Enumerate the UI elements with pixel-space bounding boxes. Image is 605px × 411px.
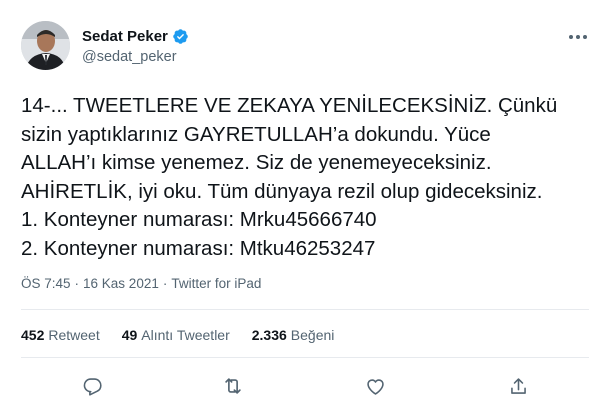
quotes-count: 49: [121, 327, 138, 343]
likes-label: Beğeni: [290, 327, 335, 343]
likes-stat[interactable]: 2.336 Beğeni: [252, 327, 335, 343]
tweet: Sedat Peker @sedat_peker 14-... TWEETLER…: [0, 0, 605, 411]
meta-separator: ·: [74, 276, 80, 291]
tweet-stats: 452 Retweet 49 Alıntı Tweetler 2.336 Beğ…: [21, 327, 334, 343]
tweet-line: 14-... TWEETLERE VE ZEKAYA YENİLECEKSİNİ…: [21, 94, 558, 117]
meta-separator: ·: [162, 276, 168, 291]
tweet-line: sizin yaptıklarınız GAYRETULLAH’a dokund…: [21, 122, 491, 146]
divider: [21, 309, 589, 310]
likes-count: 2.336: [251, 327, 287, 343]
tweet-meta: ÖS 7:45 · 16 Kas 2021 · Twitter for iPad: [21, 276, 261, 291]
share-icon[interactable]: [502, 370, 534, 402]
retweets-label: Retweet: [48, 327, 100, 343]
reply-icon[interactable]: [76, 370, 108, 402]
tweet-line: ALLAH’ı kimse yenemez. Siz de yenemeyece…: [21, 151, 492, 175]
retweet-icon[interactable]: [217, 370, 249, 402]
quotes-label: Alıntı Tweetler: [141, 327, 230, 343]
heart-icon[interactable]: [359, 370, 391, 402]
quote-tweets-stat[interactable]: 49 Alıntı Tweetler: [122, 327, 230, 343]
retweets-count: 452: [21, 327, 45, 343]
divider: [21, 357, 589, 358]
tweet-line: AHİRETLİK, iyi oku. Tüm dünyaya rezil ol…: [21, 179, 543, 203]
avatar[interactable]: [21, 21, 70, 70]
tweet-actions: [0, 370, 605, 402]
tweet-date[interactable]: 16 Kas 2021: [83, 276, 159, 291]
retweets-stat[interactable]: 452 Retweet: [21, 327, 100, 343]
author-handle[interactable]: @sedat_peker: [82, 49, 177, 65]
author-name[interactable]: Sedat Peker: [82, 28, 168, 45]
tweet-line: 1. Konteyner numarası: Mrku45666740: [21, 208, 377, 232]
tweet-time[interactable]: ÖS 7:45: [21, 276, 71, 291]
verified-badge-icon: [172, 28, 189, 45]
more-dots-icon[interactable]: [567, 27, 589, 47]
tweet-line: 2. Konteyner numarası: Mtku46253247: [21, 236, 376, 260]
tweet-text: 14-... TWEETLERE VE ZEKAYA YENİLECEKSİNİ…: [21, 92, 591, 264]
tweet-source[interactable]: Twitter for iPad: [171, 276, 261, 291]
author-name-row[interactable]: Sedat Peker: [82, 28, 189, 45]
